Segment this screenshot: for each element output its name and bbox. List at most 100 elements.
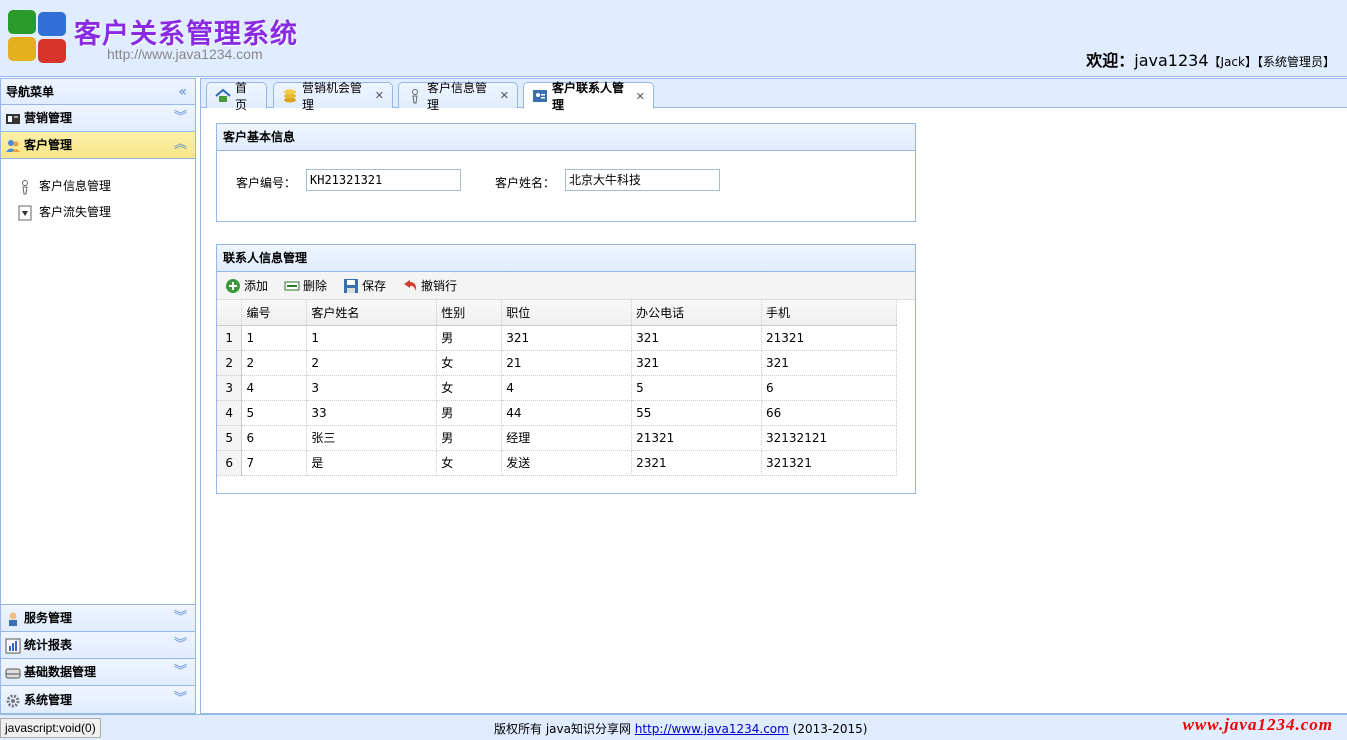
sales-icon — [5, 110, 21, 126]
row-number: 4 — [217, 400, 243, 426]
table-row[interactable]: 6 7 是女发送 2321 321321 — [217, 450, 897, 476]
table-cell[interactable]: 55 — [631, 400, 763, 426]
chevron-up-icon: ︽ — [173, 137, 187, 152]
tab-customer-info[interactable]: 客户信息管理 ✕ — [398, 81, 518, 112]
username: java1234 — [1134, 51, 1209, 70]
column-header[interactable]: 办公电话 — [631, 300, 763, 326]
contact-icon — [532, 88, 548, 104]
table-cell[interactable]: 5 — [241, 400, 308, 426]
table-row[interactable]: 4 5 33 男 44 55 66 — [217, 400, 897, 426]
chevron-down-icon: ︾ — [173, 664, 187, 679]
panel-title: 联系人信息管理 — [217, 245, 915, 272]
tab-home[interactable]: 首页 — [206, 81, 267, 112]
table-cell[interactable]: 321 — [501, 325, 633, 351]
column-header[interactable]: 手机 — [761, 300, 897, 326]
table-cell[interactable]: 张三 — [306, 425, 438, 451]
column-header[interactable]: 职位 — [501, 300, 633, 326]
tab-strip: 首页 营销机会管理 ✕ 客户信息管理 ✕ 客户联系人管理 ✕ — [201, 79, 1347, 112]
table-cell[interactable]: 女 — [436, 450, 503, 476]
add-label: 添加 — [244, 279, 269, 293]
add-button[interactable]: 添加 — [225, 277, 268, 294]
table-cell[interactable]: 4 — [501, 375, 633, 401]
menu-item-label: 客户流失管理 — [39, 205, 112, 219]
table-cell[interactable]: 21321 — [631, 425, 763, 451]
customer-menu: 客户信息管理 客户流失管理 — [1, 159, 195, 603]
nav-section-customer[interactable]: 客户管理 ︽ — [1, 132, 195, 159]
real-name: 【Jack】 — [1208, 55, 1257, 69]
table-cell[interactable]: 5 — [631, 375, 763, 401]
table-cell[interactable]: 44 — [501, 400, 633, 426]
nav-section-sales[interactable]: 营销管理 ︾ — [1, 105, 195, 132]
column-header[interactable]: 编号 — [241, 300, 308, 326]
table-cell[interactable]: 女 — [436, 350, 503, 376]
save-button[interactable]: 保存 — [343, 277, 386, 294]
tab-label: 客户联系人管理 — [552, 81, 625, 112]
table-row[interactable]: 5 6 张三男经理 21321 32132121 — [217, 425, 897, 451]
table-cell[interactable]: 6 — [761, 375, 897, 401]
nav-section-base-data[interactable]: 基础数据管理 ︾ — [1, 659, 195, 686]
site-link[interactable]: http://www.java1234.com — [635, 722, 789, 736]
customer-icon — [5, 137, 21, 153]
table-cell[interactable]: 男 — [436, 325, 503, 351]
table-cell[interactable]: 321321 — [761, 450, 897, 476]
nav-title: 导航菜单 — [6, 85, 55, 99]
chart-icon — [5, 637, 21, 654]
column-header[interactable]: 性别 — [436, 300, 503, 326]
table-cell[interactable]: 32132121 — [761, 425, 897, 451]
table-row[interactable]: 1 1 1 男 321 321 21321 — [217, 325, 897, 351]
table-cell[interactable]: 6 — [241, 425, 308, 451]
customer-name-field[interactable]: 北京大牛科技 — [565, 169, 720, 191]
table-cell[interactable]: 7 — [241, 450, 308, 476]
tab-label: 首页 — [235, 80, 248, 112]
chevron-down-icon: ︾ — [173, 610, 187, 625]
table-cell[interactable]: 3 — [306, 375, 438, 401]
table-cell[interactable]: 2 — [241, 350, 308, 376]
customer-info-panel: 客户基本信息 客户编号： KH21321321 客户姓名： 北京大牛科技 — [216, 123, 916, 222]
menu-item-customer-info[interactable]: 客户信息管理 — [1, 173, 195, 199]
table-header-row: 编号 客户姓名 性别 职位 办公电话 手机 — [217, 300, 897, 326]
user-info-icon — [17, 178, 33, 195]
menu-item-customer-loss[interactable]: 客户流失管理 — [1, 199, 195, 225]
table-cell[interactable]: 21 — [501, 350, 633, 376]
table-cell[interactable]: 女 — [436, 375, 503, 401]
table-cell[interactable]: 经理 — [501, 425, 633, 451]
table-cell[interactable]: 2 — [306, 350, 438, 376]
delete-button[interactable]: 删除 — [284, 277, 327, 294]
chevron-down-icon: ︾ — [173, 110, 187, 125]
undo-button[interactable]: 撤销行 — [402, 277, 457, 294]
table-row[interactable]: 2 2 2 女 21 321 321 — [217, 350, 897, 376]
nav-section-reports[interactable]: 统计报表 ︾ — [1, 632, 195, 659]
user-info-icon — [407, 88, 423, 104]
table-cell[interactable]: 发送 — [501, 450, 633, 476]
table-cell[interactable]: 男 — [436, 425, 503, 451]
tab-label: 营销机会管理 — [302, 80, 363, 112]
column-header[interactable]: 客户姓名 — [306, 300, 438, 326]
table-cell[interactable]: 1 — [241, 325, 308, 351]
close-icon[interactable]: ✕ — [375, 89, 384, 102]
grid-toolbar: 添加 删除 保存 撤销行 — [217, 272, 915, 300]
tab-customer-contacts[interactable]: 客户联系人管理 ✕ — [523, 81, 654, 112]
close-icon[interactable]: ✕ — [636, 90, 645, 103]
table-cell[interactable]: 66 — [761, 400, 897, 426]
customer-id-field[interactable]: KH21321321 — [306, 169, 461, 191]
table-cell[interactable]: 4 — [241, 375, 308, 401]
table-cell[interactable]: 是 — [306, 450, 438, 476]
nav-section-service[interactable]: 服务管理 ︾ — [1, 605, 195, 632]
table-row[interactable]: 343女456 — [217, 375, 897, 401]
collapse-icon[interactable]: « — [178, 79, 187, 105]
table-cell[interactable]: 男 — [436, 400, 503, 426]
table-cell[interactable]: 21321 — [761, 325, 897, 351]
table-cell[interactable]: 321 — [761, 350, 897, 376]
nav-section-system[interactable]: 系统管理 ︾ — [1, 686, 195, 713]
tab-sales-opportunity[interactable]: 营销机会管理 ✕ — [273, 81, 393, 112]
close-icon[interactable]: ✕ — [500, 89, 509, 102]
table-cell[interactable]: 1 — [306, 325, 438, 351]
customer-loss-icon — [17, 204, 33, 221]
user-role: 【系统管理员】 — [1256, 55, 1335, 69]
table-cell[interactable]: 321 — [631, 325, 763, 351]
table-cell[interactable]: 33 — [306, 400, 438, 426]
customer-id-label: 客户编号： — [236, 176, 297, 190]
tab-label: 客户信息管理 — [427, 80, 488, 112]
table-cell[interactable]: 321 — [631, 350, 763, 376]
table-cell[interactable]: 2321 — [631, 450, 763, 476]
